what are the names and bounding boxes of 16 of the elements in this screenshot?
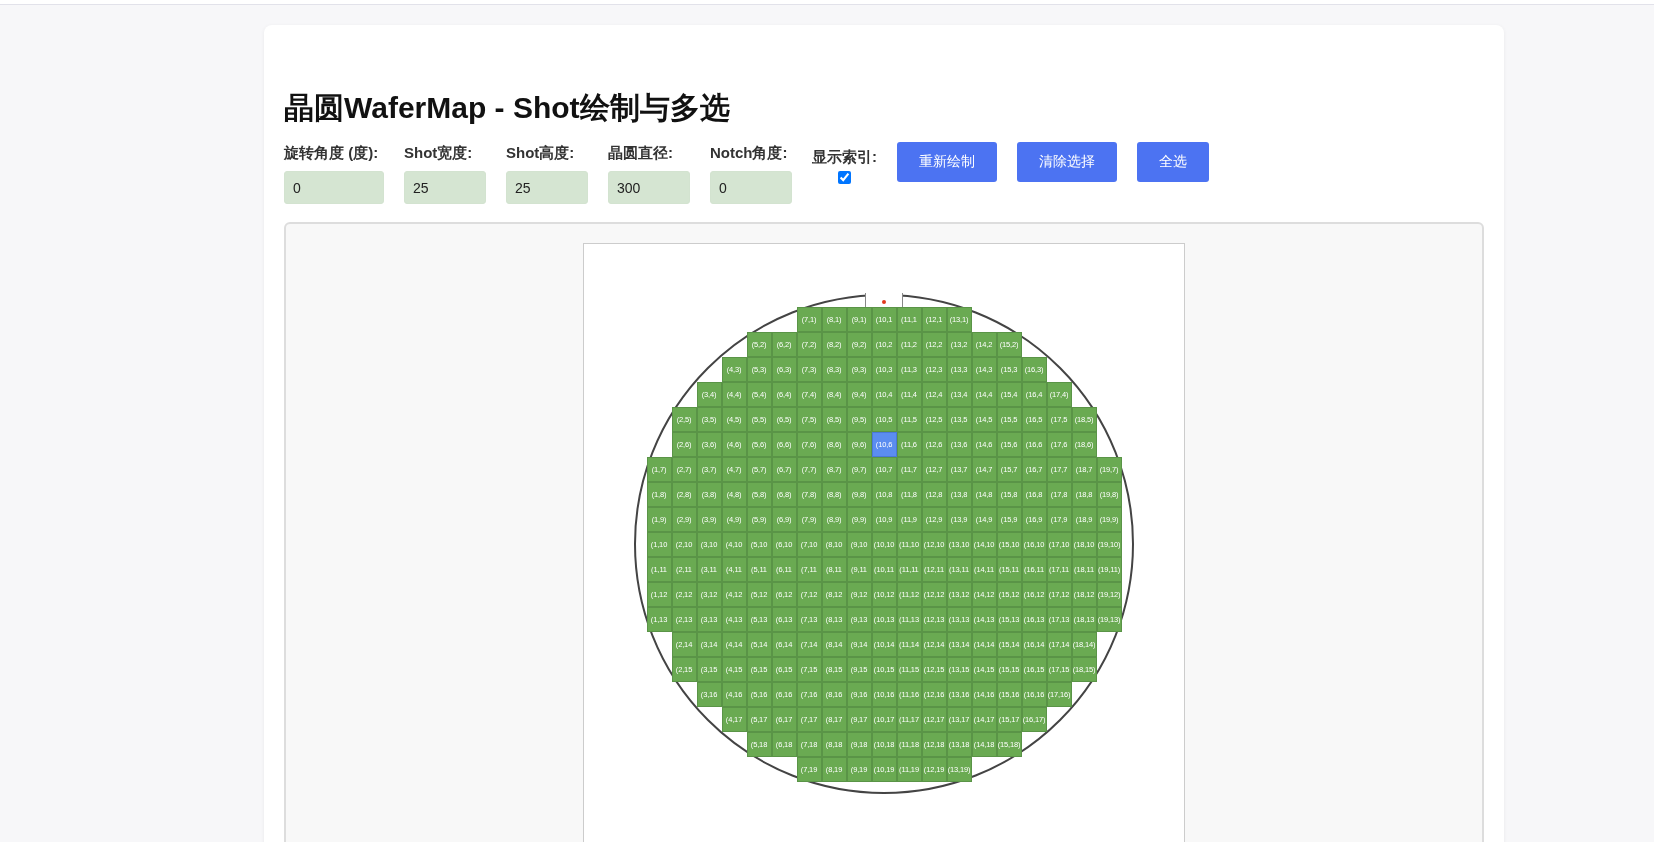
field-label: Shot宽度: <box>404 144 474 163</box>
number-field[interactable]: 0 <box>284 171 384 204</box>
field-label: 晶圆直径: <box>608 144 674 163</box>
number-field[interactable]: 25 <box>506 171 588 204</box>
checkbox-label: 显示索引: <box>812 148 877 167</box>
field-label: 旋转角度 (度): <box>284 144 380 163</box>
number-field[interactable]: 300 <box>608 171 690 204</box>
number-field[interactable]: 0 <box>710 171 792 204</box>
page-title: 晶圆WaferMap - Shot绘制与多选 <box>284 90 731 126</box>
number-field[interactable]: 25 <box>404 171 486 204</box>
show-index-checkbox[interactable] <box>838 171 851 184</box>
field-label: Notch角度: <box>710 144 789 163</box>
field-label: Shot高度: <box>506 144 576 163</box>
action-button[interactable]: 清除选择 <box>1017 142 1117 182</box>
action-button[interactable]: 重新绘制 <box>897 142 997 182</box>
action-button[interactable]: 全选 <box>1137 142 1209 182</box>
